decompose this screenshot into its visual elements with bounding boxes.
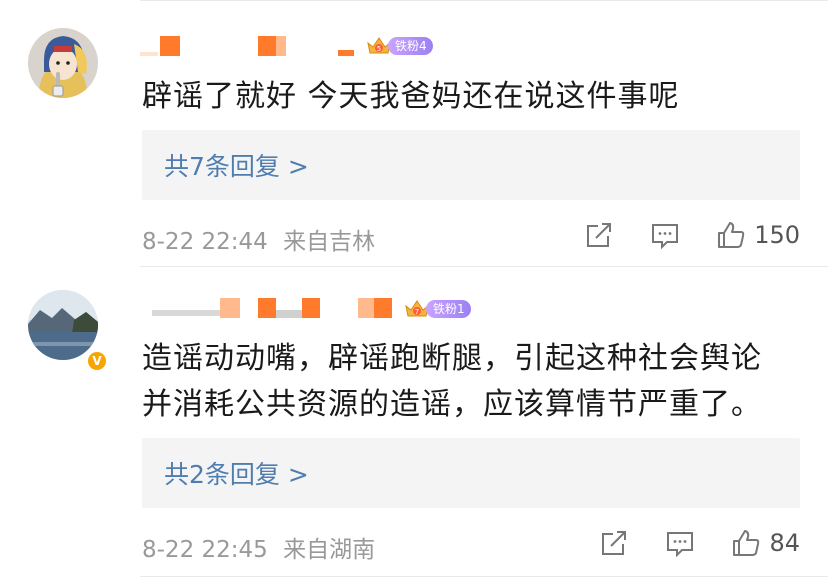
like-icon[interactable] xyxy=(731,528,761,558)
comment-time: 8-22 22:45 xyxy=(142,537,268,563)
fan-badge[interactable]: 5 铁粉4 xyxy=(366,35,433,57)
comment-actions: 84 xyxy=(599,528,800,558)
fan-level-label: 铁粉1 xyxy=(426,300,471,318)
comment-text: 造谣动动嘴，辟谣跑断腿，引起这种社会舆论并消耗公共资源的造谣，应该算情节严重了。 xyxy=(142,341,762,422)
divider xyxy=(140,576,828,577)
comment-icon[interactable] xyxy=(665,528,695,558)
divider xyxy=(140,0,828,1)
comment-icon[interactable] xyxy=(650,220,680,250)
fan-level-label: 铁粉4 xyxy=(388,37,433,55)
svg-text:7: 7 xyxy=(415,308,419,316)
comment-text: 辟谣了就好 今天我爸妈还在说这件事呢 xyxy=(142,79,680,114)
like-count: 150 xyxy=(754,221,800,249)
fan-badge[interactable]: 7 铁粉1 xyxy=(404,298,471,320)
username-redacted[interactable] xyxy=(152,298,402,322)
like-count: 84 xyxy=(769,529,800,557)
share-icon[interactable] xyxy=(599,528,629,558)
comment-actions: 150 xyxy=(584,220,800,250)
replies-label: 共7条回复 > xyxy=(164,152,309,181)
replies-button[interactable]: 共7条回复 > xyxy=(142,130,800,200)
divider xyxy=(140,266,828,267)
comment-location: 来自吉林 xyxy=(283,229,376,255)
comment-location: 来自湖南 xyxy=(283,537,376,563)
svg-text:5: 5 xyxy=(377,45,381,53)
like-icon[interactable] xyxy=(716,220,746,250)
replies-button[interactable]: 共2条回复 > xyxy=(142,438,800,508)
share-icon[interactable] xyxy=(584,220,614,250)
replies-label: 共2条回复 > xyxy=(164,460,309,489)
comment-meta: 8-22 22:44 来自吉林 xyxy=(142,222,375,256)
avatar[interactable] xyxy=(28,290,98,360)
comment-meta: 8-22 22:45 来自湖南 xyxy=(142,530,375,564)
avatar[interactable] xyxy=(28,28,98,98)
username-redacted[interactable] xyxy=(140,36,370,60)
comment-time: 8-22 22:44 xyxy=(142,229,268,255)
verified-badge: V xyxy=(86,350,108,372)
